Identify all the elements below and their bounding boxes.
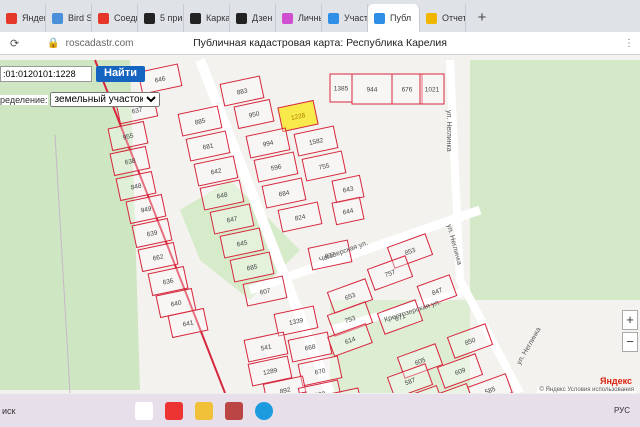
forest-area	[470, 60, 640, 300]
tab-favicon-icon	[328, 12, 339, 24]
street-label: ул. Неглинка	[516, 326, 543, 366]
tab-strip: Яндекс Bird So Соеди 5 приз Каркас Дзен Личны У…	[0, 0, 640, 32]
tab-label: 5 приз	[160, 13, 184, 23]
street-label: ул. Неглинка	[445, 110, 452, 152]
cadastral-search: Найти	[0, 66, 145, 82]
parcel-number: 944	[367, 87, 378, 94]
tab-6[interactable]: Личны	[276, 4, 322, 32]
parcel-number: 892	[279, 386, 291, 393]
tab-favicon-icon	[426, 12, 437, 24]
tab-label: Bird So	[68, 13, 92, 23]
tab-favicon-icon	[144, 12, 155, 24]
tab-favicon-icon	[190, 12, 201, 24]
tab-8[interactable]: Публ×	[368, 4, 420, 32]
tab-3[interactable]: 5 приз	[138, 4, 184, 32]
tab-favicon-icon	[374, 12, 385, 24]
tab-0[interactable]: Яндекс	[0, 4, 46, 32]
parcel-number: 1385	[334, 86, 349, 93]
attribution-text[interactable]: © Яндекс Условия использования	[537, 387, 636, 393]
parcel[interactable]: 681	[185, 130, 231, 162]
parcel[interactable]: 1385	[329, 73, 353, 103]
tab-favicon-icon	[282, 12, 293, 24]
tab-label: Личны	[298, 13, 321, 23]
tab-9[interactable]: Отчет	[420, 4, 466, 32]
tab-2[interactable]: Соеди	[92, 4, 138, 32]
edge-icon[interactable]	[255, 401, 274, 420]
folder-icon[interactable]	[195, 401, 214, 420]
tab-4[interactable]: Каркас	[184, 4, 230, 32]
game-icon[interactable]	[225, 401, 244, 420]
tab-label: Дзен	[252, 13, 273, 23]
tab-favicon-icon	[6, 12, 17, 24]
page-title: Публичная кадастровая карта: Республика …	[193, 37, 447, 49]
tab-label: Каркас	[206, 13, 230, 23]
parcel[interactable]: 944	[351, 73, 393, 105]
tab-label: Участ	[344, 13, 368, 23]
menu-icon[interactable]: ⋮	[624, 38, 634, 49]
parcel[interactable]: 1228	[277, 99, 319, 133]
tab-label: Соеди	[114, 13, 138, 23]
parcel[interactable]: 883	[219, 75, 265, 107]
yandex-logo: Яндекс	[599, 376, 632, 386]
tab-5[interactable]: Дзен	[230, 4, 276, 32]
definition-select[interactable]: земельный участок	[49, 92, 160, 107]
address-bar: ⟳ 🔒 roscadastr.com Публичная кадастровая…	[0, 32, 640, 55]
parcel[interactable]: 684	[261, 177, 307, 209]
taskbar: иск РУС	[0, 394, 640, 427]
yandex-icon[interactable]	[165, 401, 184, 420]
tab-favicon-icon	[52, 12, 63, 24]
new-tab-button[interactable]: +	[472, 8, 492, 28]
parcel[interactable]: 885	[177, 105, 223, 137]
search-text[interactable]: иск	[2, 406, 15, 416]
parcel[interactable]: 662	[137, 241, 179, 273]
explorer-icon[interactable]	[135, 401, 154, 420]
parcel[interactable]: 994	[245, 127, 291, 159]
parcel[interactable]: 950	[233, 98, 275, 130]
find-button[interactable]: Найти	[96, 66, 145, 82]
tab-7[interactable]: Участ	[322, 4, 368, 32]
zoom-out-button[interactable]: −	[622, 332, 638, 352]
zoom-in-button[interactable]: +	[622, 310, 638, 330]
tab-label: Публ	[390, 13, 412, 23]
parcel[interactable]: 824	[277, 201, 323, 233]
definition-label: ределение:	[0, 94, 48, 105]
parcel[interactable]: 1021	[419, 73, 445, 105]
parcel[interactable]: 668	[287, 331, 333, 363]
parcel[interactable]: 596	[253, 151, 299, 183]
language-indicator[interactable]: РУС	[614, 406, 630, 415]
parcel[interactable]: 676	[391, 73, 423, 105]
tab-1[interactable]: Bird So	[46, 4, 92, 32]
parcel[interactable]: 757	[366, 255, 414, 291]
parcel-number: 1021	[425, 87, 440, 94]
tab-label: Отчет	[442, 13, 466, 23]
tab-label: Яндекс	[22, 13, 45, 23]
cadastral-number-input[interactable]	[0, 66, 92, 82]
parcel-number: 676	[402, 87, 413, 94]
tab-favicon-icon	[98, 12, 109, 24]
parcel[interactable]: 755	[301, 150, 347, 182]
parcel[interactable]: 1582	[293, 125, 339, 157]
definition-row: ределение: земельный участок	[0, 92, 160, 107]
tab-favicon-icon	[236, 12, 247, 24]
